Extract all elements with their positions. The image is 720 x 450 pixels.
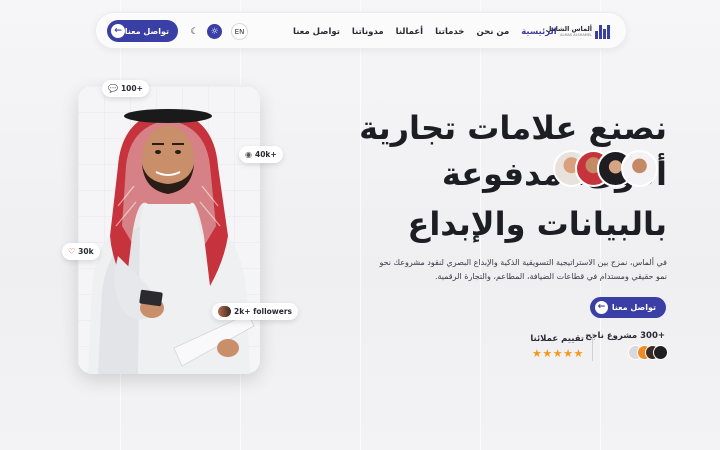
nav-link-about[interactable]: من نحن [476,27,509,37]
likes-count: 30k [78,247,94,256]
hero-contact-button[interactable]: ← تواصل معنا [590,297,666,318]
views-count: 40k+ [254,150,277,159]
nav-link-portfolio[interactable]: أعمالنا [396,27,423,37]
hero-contact-label: تواصل معنا [611,303,656,312]
moon-icon[interactable]: ☾ [187,24,202,39]
nav-links: تواصل معنا مدوناتنا أعمالنا خدماتنا من ن… [293,13,557,50]
hero-photo-card [78,86,260,374]
follower-avatars-icon [218,306,231,317]
hero-description: في ألماس، نمزج بين الاستراتيجية التسويقي… [379,258,667,281]
avatar [653,345,668,360]
client-avatars [628,345,668,361]
comments-pill: 💬 100+ [102,80,149,97]
navbar: ← تواصل معنا ☾ ☼ EN تواصل معنا مدوناتنا … [95,12,627,49]
nav-link-contact[interactable]: تواصل معنا [293,27,340,37]
eye-icon: ◉ [245,150,252,159]
logo-subtext: ALMAS ALSHAMEL [560,33,592,38]
language-switch-button[interactable]: EN [231,23,248,40]
hero-title-line3: بالبيانات والإبداع [407,205,667,243]
rating-label: تقييم عملائنا [530,334,584,344]
projects-stat: +300 مشروع ناجح [585,331,665,341]
arrow-left-icon: ← [111,24,125,38]
nav-contact-button[interactable]: ← تواصل معنا [107,20,178,42]
comments-count: 100+ [120,84,143,93]
rating-stars: ★★★★★ [532,347,584,360]
sun-icon[interactable]: ☼ [207,24,222,39]
nav-contact-label: تواصل معنا [124,26,169,36]
hero-title-line1: نصنع علامات تجارية [359,109,667,147]
logo-mark-icon [595,24,613,39]
logo-text: ألماس الشامل [545,24,592,33]
likes-pill: ♡ 30k [62,243,100,260]
comment-icon: 💬 [108,84,118,93]
man-portrait-illustration [78,86,260,374]
followers-count: 2k+ followers [234,307,292,316]
avatar [621,150,658,187]
logo[interactable]: ألماس الشامل ALMAS ALSHAMEL [546,23,613,40]
team-avatars [553,150,659,188]
views-pill: ◉ 40k+ [239,146,283,163]
nav-link-blog[interactable]: مدوناتنا [352,27,384,37]
heart-icon: ♡ [68,247,76,256]
nav-link-services[interactable]: خدماتنا [435,27,464,37]
arrow-left-icon: ← [595,301,608,314]
followers-pill: 2k+ followers [212,303,298,320]
stats-divider [592,333,593,361]
